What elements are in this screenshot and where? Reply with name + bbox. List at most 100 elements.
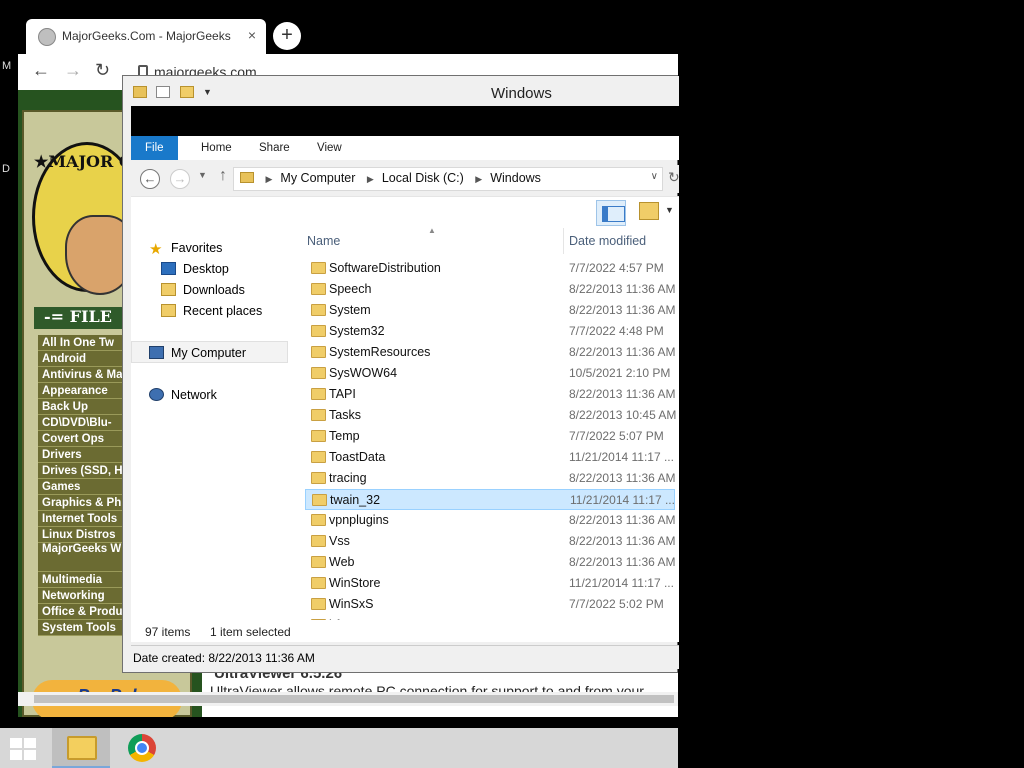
details-pane: Date created: 8/22/2013 11:36 AM [131,645,679,669]
file-date-modified: 8/22/2013 10:45 AM [569,408,677,422]
forward-arrow-icon[interactable]: → [64,60,82,81]
explorer-titlebar[interactable]: ▼ Windows [123,76,679,106]
star-icon: ★ [149,241,163,258]
taskbar-file-explorer[interactable] [52,728,110,768]
nav-recent-places[interactable]: Recent places [161,301,262,321]
desktop-icon [161,262,176,275]
file-row[interactable]: System 8/22/2013 11:36 AM [305,300,676,321]
file-row[interactable]: WinSxS 7/7/2022 5:02 PM [305,594,675,615]
file-name: ToastData [329,450,386,464]
logo-text: ★MAJOR G [34,152,133,171]
tab-view[interactable]: View [303,136,356,160]
column-divider[interactable] [563,228,564,254]
file-date-modified: 11/21/2014 11:17 ... [570,493,675,507]
file-date-modified: 8/22/2013 11:36 AM [569,282,676,296]
folder-icon [311,262,326,274]
file-row[interactable]: Vss 8/22/2013 11:36 AM [305,531,676,552]
tab-share[interactable]: Share [245,136,304,160]
customize-dropdown-icon[interactable]: ▼ [203,87,212,97]
file-row[interactable]: TAPI 8/22/2013 11:36 AM [305,384,676,405]
date-created-text: Date created: 8/22/2013 11:36 AM [133,651,315,665]
breadcrumb-local-disk[interactable]: Local Disk (C:) [382,171,464,185]
tab-home[interactable]: Home [187,136,246,160]
preview-pane-button[interactable] [596,200,626,226]
file-row[interactable]: Web 8/22/2013 11:36 AM [305,552,676,573]
refresh-icon[interactable]: ↻ [668,169,680,186]
folder-icon [311,577,326,589]
chevron-right-icon[interactable]: ▶ [265,174,272,184]
view-dropdown-icon[interactable]: ▼ [665,205,674,215]
left-background-strip: M D [0,0,18,728]
breadcrumb-my-computer[interactable]: My Computer [280,171,355,185]
chevron-right-icon[interactable]: ▶ [475,174,482,184]
folder-icon [311,346,326,358]
taskbar [0,728,678,768]
new-folder-icon[interactable] [179,85,194,98]
file-date-modified: 8/22/2013 11:36 AM [569,513,676,527]
folder-icon [311,388,326,400]
file-row[interactable]: Tasks 8/22/2013 10:45 AM [305,405,677,426]
properties-icon[interactable] [156,85,171,98]
column-header-name[interactable]: Name [307,234,340,248]
file-date-modified: 11/21/2014 11:17 ... [569,450,674,464]
left-strip-char-d: D [2,163,10,175]
navigation-bar: ← → ▼ ↑ ▶ My Computer ▶ Local Disk (C:) ▶ W… [131,165,680,193]
file-row[interactable]: SysWOW64 10/5/2021 2:10 PM [305,363,675,384]
tab-file[interactable]: File [131,136,178,160]
windows-start-icon[interactable] [10,738,38,760]
file-name: Tasks [329,408,361,422]
nav-favorites[interactable]: ★ Favorites [149,238,222,258]
file-name: SysWOW64 [329,366,398,380]
nav-my-computer[interactable]: My Computer [149,343,246,363]
tab-close-icon[interactable]: × [248,27,256,43]
chevron-down-icon[interactable]: ∨ [651,171,658,182]
up-arrow-icon[interactable]: ↑ [219,167,227,185]
file-row[interactable]: SystemResources 8/22/2013 11:36 AM [305,342,676,363]
nav-label: Recent places [183,304,263,318]
breadcrumb-windows[interactable]: Windows [490,171,541,185]
file-name: WinSxS [329,597,374,611]
downloads-icon [161,283,176,296]
back-button[interactable]: ← [140,169,160,189]
nav-downloads[interactable]: Downloads [161,280,245,300]
nav-network[interactable]: Network [149,385,217,405]
nav-desktop[interactable]: Desktop [161,259,229,279]
file-name: vpnplugins [329,513,389,527]
chevron-right-icon[interactable]: ▶ [367,174,374,184]
file-name: SystemResources [329,345,431,359]
folder-icon [311,535,326,547]
file-row[interactable]: Speech 8/22/2013 11:36 AM [305,279,676,300]
reload-icon[interactable]: ↻ [95,60,110,81]
back-arrow-icon[interactable]: ← [32,60,50,81]
computer-icon [149,346,164,359]
horizontal-scrollbar[interactable] [18,692,678,706]
file-row[interactable]: System32 7/7/2022 4:48 PM [305,321,675,342]
scrollbar-thumb[interactable] [34,695,674,703]
file-row[interactable]: tracing 8/22/2013 11:36 AM [305,468,676,489]
file-row[interactable]: twain_32 11/21/2014 11:17 ... [305,489,675,510]
column-header-date[interactable]: Date modified [569,234,646,248]
file-row[interactable]: SoftwareDistribution 7/7/2022 4:57 PM [305,258,675,279]
browser-tab[interactable]: MajorGeeks.Com - MajorGeeks × [26,19,266,55]
file-row[interactable]: WinStore 11/21/2014 11:17 ... [305,573,675,594]
new-tab-button[interactable]: + [273,22,301,50]
file-name: WinStore [329,576,381,590]
explorer-address-bar[interactable]: ▶ My Computer ▶ Local Disk (C:) ▶ Windows ∨ [233,167,663,191]
breadcrumb: ▶ My Computer ▶ Local Disk (C:) ▶ Windows [240,171,541,185]
file-date-modified: 8/22/2013 11:36 AM [569,387,676,401]
file-name: SoftwareDistribution [329,261,441,275]
file-date-modified: 7/7/2022 5:02 PM [569,597,664,611]
taskbar-chrome[interactable] [114,728,172,768]
file-list: ▲ Name Date modified SoftwareDistributio… [303,228,679,620]
folder-icon [311,367,326,379]
file-row[interactable]: Temp 7/7/2022 5:07 PM [305,426,675,447]
file-explorer-icon [67,736,97,760]
left-strip-char-m: M [2,60,12,72]
file-row[interactable]: vpnplugins 8/22/2013 11:36 AM [305,510,676,531]
recent-locations-dropdown-icon[interactable]: ▼ [198,170,207,180]
forward-button[interactable]: → [170,169,190,189]
file-row[interactable]: ToastData 11/21/2014 11:17 ... [305,447,675,468]
recent-places-icon [161,304,176,317]
folder-icon [311,451,326,463]
view-options-icon[interactable] [639,202,659,220]
